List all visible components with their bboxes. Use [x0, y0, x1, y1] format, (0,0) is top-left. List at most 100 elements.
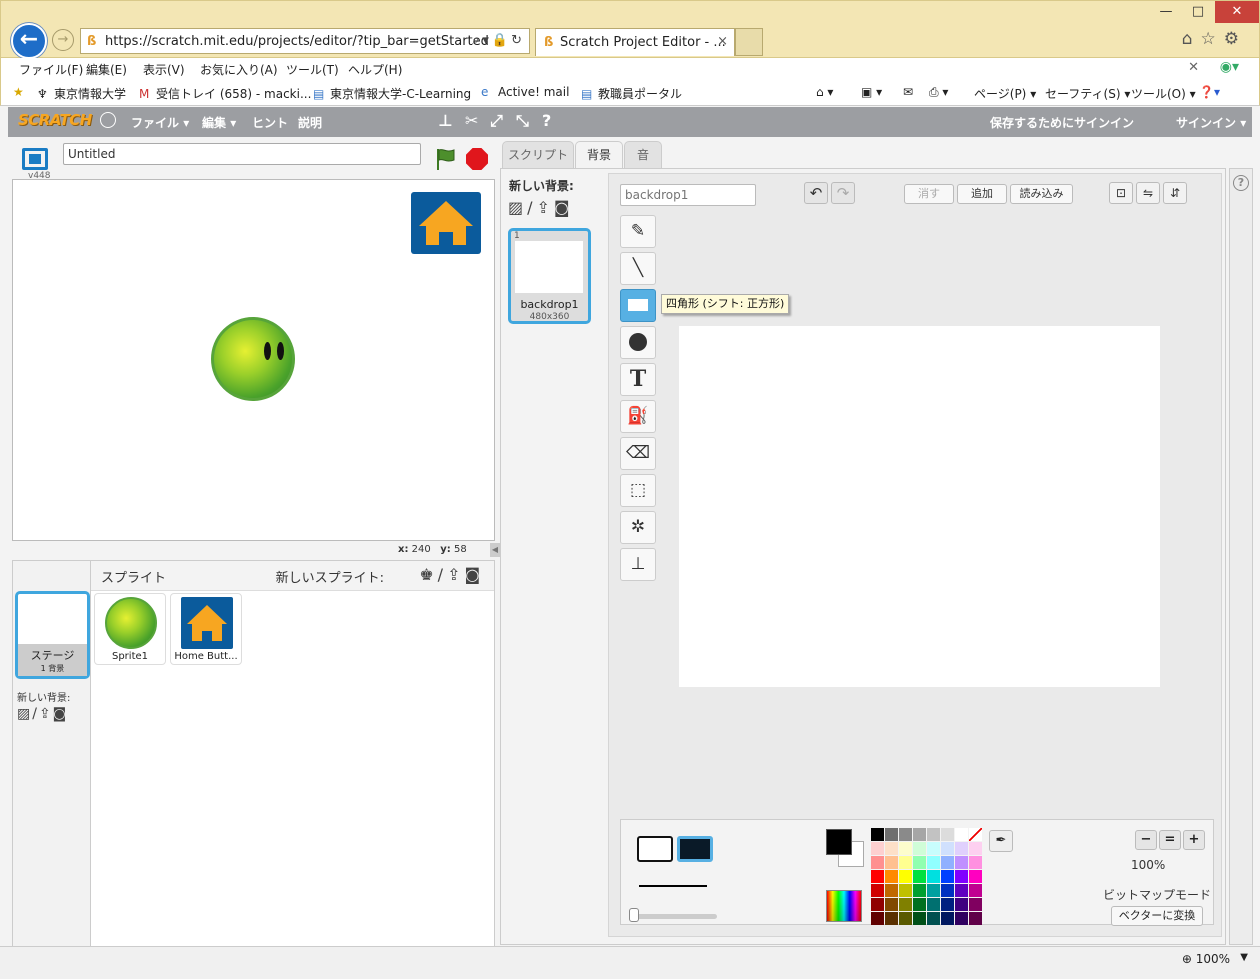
clear-button[interactable]: 消す [904, 184, 954, 204]
color-swatch[interactable] [927, 842, 940, 855]
new-tab-button[interactable] [735, 28, 763, 56]
print-icon[interactable]: ⎙ ▾ [929, 85, 948, 100]
favorite-item-portal[interactable]: ▤ 教職員ポータル [581, 85, 682, 102]
flip-horizontal-icon[interactable]: ⇋ [1136, 182, 1160, 204]
address-actions-icon[interactable]: ⌕▾🔒↻ [472, 33, 525, 48]
color-swatch[interactable] [899, 828, 912, 841]
feeds-icon[interactable]: ▣ ▾ [861, 85, 882, 99]
color-swatch[interactable] [899, 856, 912, 869]
color-swatch[interactable] [955, 828, 968, 841]
color-swatch[interactable] [871, 898, 884, 911]
signin-menu[interactable]: サインイン ▾ [1176, 114, 1246, 131]
costume-name-input[interactable] [620, 184, 756, 206]
color-swatch[interactable] [885, 828, 898, 841]
browser-zoom[interactable]: ⊕ 100% [1182, 952, 1230, 966]
project-title-input[interactable] [63, 143, 421, 165]
sprite1-on-stage[interactable] [211, 317, 295, 401]
color-swatch[interactable] [941, 828, 954, 841]
menu-tools[interactable]: ツール(T) [286, 61, 339, 78]
line-width-slider[interactable] [633, 914, 717, 919]
help-question-icon[interactable]: ? [1233, 175, 1249, 191]
line-tool-icon[interactable]: ╲ [620, 252, 656, 285]
color-swatch[interactable] [969, 884, 982, 897]
collapse-stage-arrow-icon[interactable]: ◀ [490, 543, 500, 557]
eraser-tool-icon[interactable]: ⌫ [620, 437, 656, 470]
favorite-item-clearning[interactable]: ▤ 東京情報大学-C-Learning [313, 85, 471, 102]
flip-vertical-icon[interactable]: ⇵ [1163, 182, 1187, 204]
outline-mode-button[interactable] [637, 836, 673, 862]
color-swatch[interactable] [913, 912, 926, 925]
mail-icon[interactable]: ✉ [903, 85, 913, 99]
color-swatch[interactable] [885, 856, 898, 869]
new-sprite-icons[interactable]: ♚/⇪◙ [419, 565, 484, 584]
tab-close-button[interactable]: × [717, 34, 728, 49]
forward-button[interactable]: → [52, 29, 74, 51]
slider-knob[interactable] [629, 908, 639, 922]
rectangle-tool-icon[interactable] [620, 289, 656, 322]
color-swatch[interactable] [941, 884, 954, 897]
eyedropper-icon[interactable]: ✒ [989, 830, 1013, 852]
favorite-item-tuis[interactable]: ♆ 東京情報大学 [37, 85, 126, 102]
stage-thumbnail[interactable]: ステージ 1 背景 [15, 591, 90, 679]
color-swatch[interactable] [899, 884, 912, 897]
color-swatch[interactable] [955, 912, 968, 925]
color-spectrum-picker[interactable] [826, 890, 862, 922]
menu-view[interactable]: 表示(V) [143, 61, 185, 78]
import-button[interactable]: 読み込み [1010, 184, 1073, 204]
color-swatch[interactable] [941, 870, 954, 883]
color-swatch[interactable] [871, 856, 884, 869]
crop-icon[interactable]: ⊡ [1109, 182, 1133, 204]
color-swatch[interactable] [913, 884, 926, 897]
convert-to-vector-button[interactable]: ベクターに変換 [1111, 906, 1203, 926]
color-swatch[interactable] [969, 898, 982, 911]
color-swatch[interactable] [913, 856, 926, 869]
color-swatch[interactable] [927, 870, 940, 883]
save-signin-link[interactable]: 保存するためにサインイン [990, 114, 1134, 131]
color-swatch[interactable] [941, 912, 954, 925]
menu-file[interactable]: ファイル(F) [19, 61, 83, 78]
ellipse-tool-icon[interactable] [620, 326, 656, 359]
cut-scissors-icon[interactable]: ✂ [465, 111, 478, 130]
help-icon[interactable]: ❓▾ [1199, 85, 1220, 99]
zoom-reset-icon[interactable]: = [1159, 830, 1181, 850]
scratch-menu-about[interactable]: 説明 [298, 114, 322, 131]
tools-menu[interactable]: ツール(O) ▾ [1131, 85, 1196, 102]
color-swatch[interactable] [969, 856, 982, 869]
backdrop-thumb-1[interactable]: 1 backdrop1 480x360 [508, 228, 591, 324]
tab-sounds[interactable]: 音 [624, 141, 662, 169]
brush-tool-icon[interactable]: ✎ [620, 215, 656, 248]
color-swatch[interactable] [885, 898, 898, 911]
help-sidebar[interactable]: ? [1229, 168, 1253, 945]
safety-menu[interactable]: セーフティ(S) ▾ [1045, 85, 1130, 102]
duplicate-stamp-icon[interactable]: ⊥ [438, 111, 453, 130]
color-swatch[interactable] [913, 828, 926, 841]
color-swatch[interactable] [871, 912, 884, 925]
favorite-item-activemail[interactable]: e Active! mail [481, 85, 569, 99]
presentation-mode-button[interactable] [22, 148, 48, 170]
stage-canvas[interactable] [12, 179, 495, 541]
maximize-button[interactable]: □ [1183, 1, 1213, 23]
fill-bucket-icon[interactable]: ⛽ [620, 400, 656, 433]
color-swatch[interactable] [913, 870, 926, 883]
address-bar[interactable]: ß https://scratch.mit.edu/projects/edito… [80, 28, 530, 54]
color-swatch[interactable] [941, 898, 954, 911]
color-swatch[interactable] [899, 898, 912, 911]
color-swatch[interactable] [955, 898, 968, 911]
favorites-star-icon[interactable]: ★ [13, 85, 30, 99]
green-flag-icon[interactable] [434, 147, 458, 171]
color-swatch[interactable] [885, 884, 898, 897]
stop-sign-icon[interactable] [466, 148, 488, 170]
text-tool-icon[interactable]: T [620, 363, 656, 396]
menu-help[interactable]: ヘルプ(H) [348, 61, 402, 78]
add-button[interactable]: 追加 [957, 184, 1007, 204]
color-swatch[interactable] [927, 898, 940, 911]
sprite-thumb-home-button[interactable]: Home Butt... [170, 593, 242, 665]
color-swatch[interactable] [927, 912, 940, 925]
menu-edit[interactable]: 編集(E) [86, 61, 127, 78]
color-swatch[interactable] [871, 828, 884, 841]
color-swatch[interactable] [969, 842, 982, 855]
color-swatch[interactable] [941, 842, 954, 855]
scratch-menu-file[interactable]: ファイル ▾ [131, 114, 189, 131]
scratch-menu-edit[interactable]: 編集 ▾ [202, 114, 236, 131]
color-swatch[interactable] [913, 898, 926, 911]
